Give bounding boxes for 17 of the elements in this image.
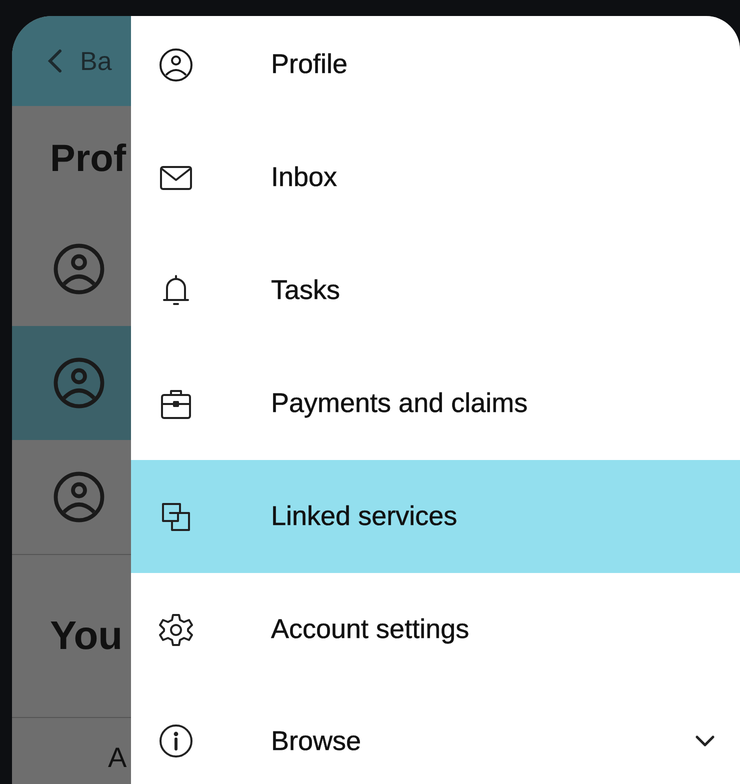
gear-icon	[158, 612, 194, 648]
menu-item[interactable]: Tasks	[131, 234, 740, 347]
menu-item[interactable]: Payments and claims	[131, 347, 740, 460]
list-item-text: A	[107, 741, 128, 774]
chevron-left-icon	[46, 48, 64, 74]
person-icon	[52, 242, 106, 296]
profile-row[interactable]	[12, 326, 131, 440]
person-icon	[158, 46, 194, 82]
menu-item[interactable]: Browse	[131, 686, 740, 784]
menu-item[interactable]: Inbox	[131, 121, 740, 234]
info-icon	[158, 723, 194, 759]
person-icon	[52, 356, 106, 410]
menu-item[interactable]: Profile	[131, 16, 740, 121]
person-icon	[52, 470, 106, 524]
menu-item[interactable]: Linked services	[131, 460, 740, 573]
page-heading: Prof	[49, 136, 128, 182]
menu-item[interactable]: Account settings	[131, 573, 740, 686]
